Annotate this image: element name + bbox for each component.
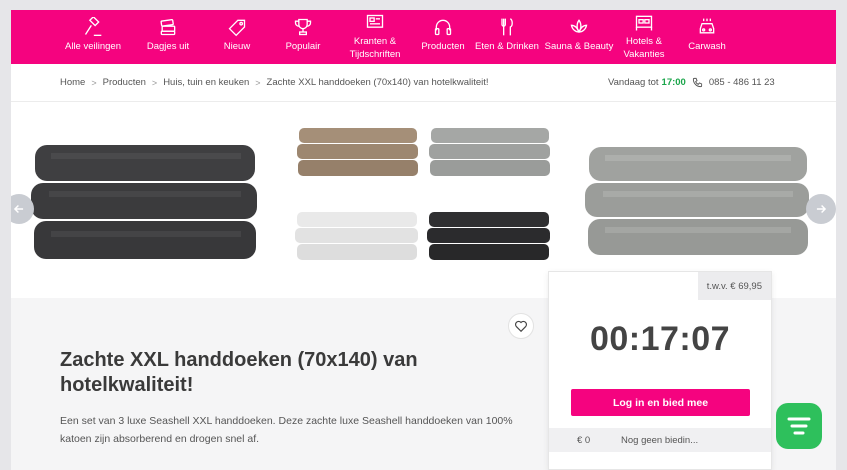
current-bid-amount: € 0 xyxy=(577,434,591,446)
nav-label: Populair xyxy=(285,41,321,52)
light-grey-towels-image[interactable] xyxy=(585,147,811,257)
product-gallery xyxy=(11,102,836,298)
nav-label: Producten xyxy=(421,41,465,52)
open-time: 17:00 xyxy=(661,77,686,88)
nav-label: Alle veilingen xyxy=(65,41,121,52)
lotus-icon xyxy=(570,19,588,34)
arrow-left-icon xyxy=(13,204,24,214)
bid-card: t.w.v. € 69,95 00:17:07 Log in en bied m… xyxy=(548,271,772,470)
headphones-icon xyxy=(434,19,452,36)
heart-icon xyxy=(515,320,527,333)
rrp-badge: t.w.v. € 69,95 xyxy=(697,272,771,300)
nav-label: Carwash xyxy=(688,41,726,52)
nav-item-alle-veilingen[interactable]: Alle veilingen xyxy=(54,10,132,64)
chat-button[interactable] xyxy=(776,403,822,449)
breadcrumb-separator: > xyxy=(255,77,261,88)
product-title: Zachte XXL handdoeken (70x140) van hotel… xyxy=(60,349,418,396)
breadcrumb-category[interactable]: Huis, tuin en keuken xyxy=(163,77,249,88)
breadcrumb-bar: Home > Producten > Huis, tuin en keuken … xyxy=(11,64,836,102)
breadcrumb-separator: > xyxy=(151,77,158,88)
dark-grey-towels-image[interactable] xyxy=(31,145,259,263)
nav-label: Hotels & Vakanties xyxy=(623,36,665,60)
breadcrumb-separator: > xyxy=(91,77,97,88)
nav-item-sauna-beauty[interactable]: Sauna & Beauty xyxy=(542,10,616,64)
contact-info: Vandaag tot 17:00 085 - 486 11 23 xyxy=(608,77,775,88)
countdown-timer: 00:17:07 xyxy=(589,320,731,358)
open-label: Vandaag tot xyxy=(608,77,659,88)
tickets-icon xyxy=(160,18,176,36)
nav-item-nieuw[interactable]: Nieuw xyxy=(204,10,270,64)
nav-label: Dagjes uit xyxy=(146,41,190,52)
bid-status-text: Nog geen biedin... xyxy=(621,434,699,446)
breadcrumb-producten[interactable]: Producten xyxy=(103,77,146,88)
category-nav: Alle veilingen Dagjes uit Nieuw Populair… xyxy=(11,10,836,64)
nav-item-producten[interactable]: Producten xyxy=(414,10,472,64)
arrow-right-icon xyxy=(816,204,827,214)
cutlery-icon xyxy=(501,18,513,36)
product-description: Een set van 3 luxe Seashell XXL handdoek… xyxy=(60,415,513,445)
breadcrumb-home[interactable]: Home xyxy=(60,77,85,88)
chat-icon xyxy=(787,417,811,435)
phone-number[interactable]: 085 - 486 11 23 xyxy=(709,77,775,88)
nav-item-kranten-tijdschriften[interactable]: Kranten & Tijdschriften xyxy=(336,10,414,64)
breadcrumb-current: Zachte XXL handdoeken (70x140) van hotel… xyxy=(266,77,489,88)
tag-icon xyxy=(228,19,246,37)
nav-item-hotels-vakanties[interactable]: Hotels & Vakanties xyxy=(616,10,672,64)
nav-item-dagjes-uit[interactable]: Dagjes uit xyxy=(132,10,204,64)
bed-icon xyxy=(635,15,653,31)
nav-label: Sauna & Beauty xyxy=(544,41,614,52)
car-wash-icon xyxy=(699,18,715,34)
newspaper-icon xyxy=(366,14,384,28)
nav-label: Eten & Drinken xyxy=(475,41,539,52)
nav-label: Nieuw xyxy=(223,41,251,52)
page-frame: Alle veilingen Dagjes uit Nieuw Populair… xyxy=(11,10,836,470)
gavel-icon xyxy=(84,17,102,36)
phone-icon xyxy=(692,77,702,88)
nav-item-carwash[interactable]: Carwash xyxy=(672,10,742,64)
gallery-next-button[interactable] xyxy=(806,194,836,224)
breadcrumb: Home > Producten > Huis, tuin en keuken … xyxy=(60,77,489,88)
favorite-button[interactable] xyxy=(508,313,534,339)
nav-label: Kranten & Tijdschriften xyxy=(349,36,401,60)
login-bid-button[interactable]: Log in en bied mee xyxy=(571,389,750,416)
trophy-icon xyxy=(294,18,312,36)
four-color-towel-sets-image[interactable] xyxy=(295,128,555,272)
bid-status-row: € 0 Nog geen biedin... xyxy=(549,428,771,452)
nav-item-populair[interactable]: Populair xyxy=(270,10,336,64)
nav-item-eten-drinken[interactable]: Eten & Drinken xyxy=(472,10,542,64)
